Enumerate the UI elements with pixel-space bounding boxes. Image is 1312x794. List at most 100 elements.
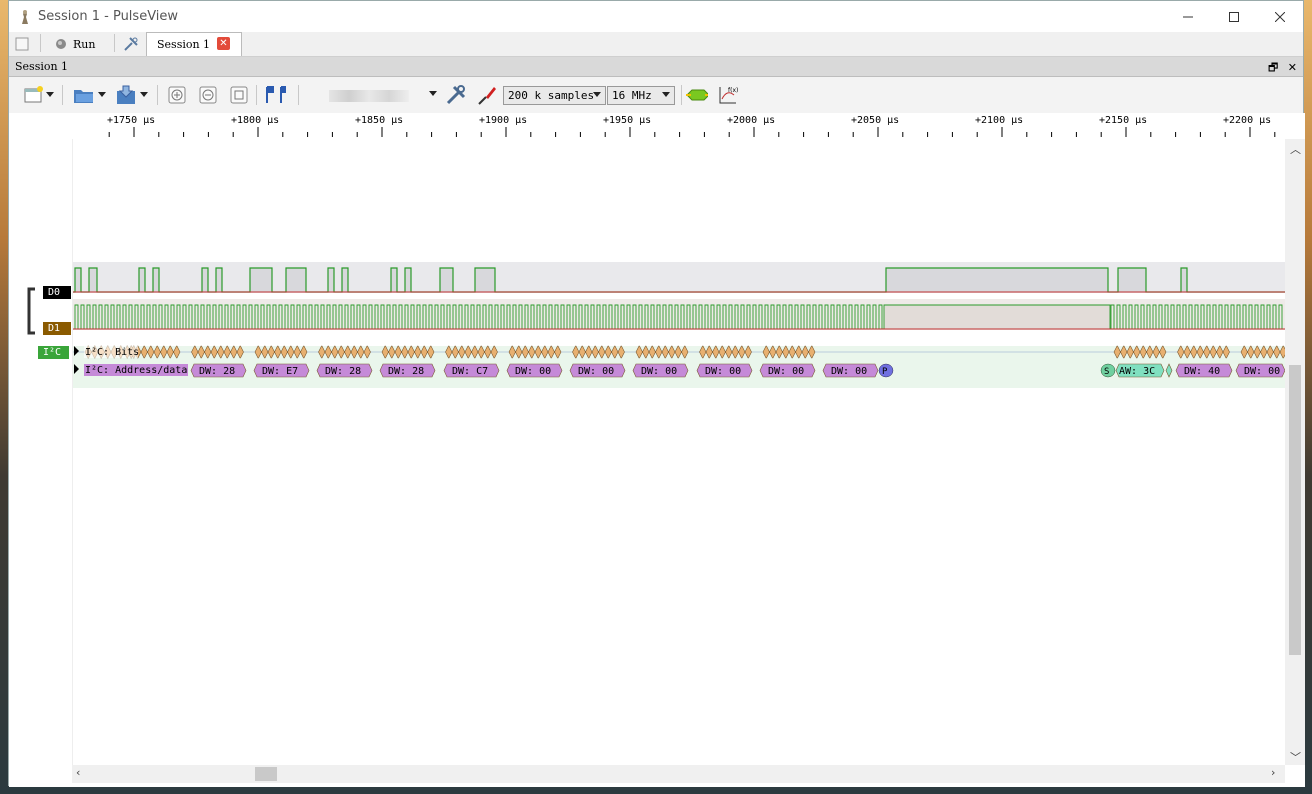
device-config-button[interactable] <box>445 84 467 106</box>
vertical-scroll-thumb[interactable] <box>1289 365 1301 655</box>
session-header: Session 1 🗗 ✕ <box>9 57 1303 77</box>
scroll-down-icon[interactable]: ﹀ <box>1290 749 1301 765</box>
samplerate-value: 16 MHz <box>612 89 652 102</box>
new-session-dropdown[interactable] <box>45 84 55 106</box>
horizontal-scroll-thumb[interactable] <box>255 767 277 781</box>
separator <box>62 85 63 105</box>
decoder-row-label: I²C: Bits <box>85 347 139 358</box>
device-selector[interactable] <box>311 86 441 105</box>
maximize-icon <box>1229 11 1239 22</box>
zoom-out-button[interactable] <box>197 84 219 106</box>
time-ruler[interactable]: +1750 µs +1800 µs +1850 µs +1900 µs +1950 µs… <box>72 113 1284 139</box>
stop-annotation-label: P <box>882 367 888 377</box>
d0-high-region <box>391 268 397 292</box>
chevron-down-icon <box>98 92 106 97</box>
data-annotation-label: DW: 00 <box>1244 366 1280 377</box>
channel-header-column: D0 D1 I²C <box>9 139 72 779</box>
d0-high-region <box>139 268 145 292</box>
show-cursors-button[interactable] <box>264 84 286 106</box>
zoom-in-button[interactable] <box>166 84 188 106</box>
ruler-tick-label: +2050 µs <box>851 115 900 126</box>
run-button[interactable]: Run <box>55 35 95 53</box>
maximize-button[interactable] <box>1211 1 1257 32</box>
session-tab-label: Session 1 <box>157 38 211 51</box>
add-decoder-button[interactable] <box>686 84 708 106</box>
vertical-scrollbar[interactable]: ︿ ﹀ <box>1285 139 1305 765</box>
d0-high-region <box>328 268 334 292</box>
chevron-down-icon <box>140 92 148 97</box>
separator <box>157 85 158 105</box>
folder-open-icon <box>74 90 93 103</box>
open-dropdown[interactable] <box>97 84 107 106</box>
d0-high-region <box>1118 268 1146 292</box>
chevron-down-icon <box>46 92 54 97</box>
d0-high-region <box>89 268 97 292</box>
close-session-icon[interactable]: ✕ <box>1288 61 1297 74</box>
data-annotation-label: DW: 28 <box>199 366 235 377</box>
close-tab-icon[interactable]: ✕ <box>217 37 230 50</box>
sample-count-select[interactable]: 200 k samples <box>503 86 606 105</box>
separator <box>298 85 299 105</box>
scroll-right-icon[interactable]: › <box>1271 766 1275 779</box>
d0-high-region <box>1181 268 1187 292</box>
zoom-fit-button[interactable] <box>228 84 250 106</box>
decoder-icon <box>686 89 708 101</box>
close-icon <box>1275 11 1285 22</box>
minimize-button[interactable] <box>1165 1 1211 32</box>
channel-label-d0[interactable]: D0 <box>43 286 71 299</box>
settings-button[interactable] <box>123 35 139 53</box>
data-annotation-label: DW: 28 <box>325 366 361 377</box>
channel-name: D0 <box>48 287 61 298</box>
tools-icon <box>124 37 138 51</box>
zoom-fit-icon <box>230 86 248 104</box>
pulseview-logo-icon <box>22 10 28 24</box>
d0-high-region <box>216 268 222 292</box>
horizontal-scrollbar[interactable]: ‹ › <box>72 765 1285 783</box>
scroll-up-icon[interactable]: ︿ <box>1290 141 1301 157</box>
run-indicator-icon <box>56 39 66 49</box>
data-annotation-label: DW: 00 <box>768 366 804 377</box>
device-name-blurred <box>329 89 409 102</box>
save-dropdown[interactable] <box>139 84 149 106</box>
window-title: Session 1 - PulseView <box>38 9 179 24</box>
pulseview-window: Session 1 - PulseView Run Session 1 ✕ Se… <box>8 0 1305 787</box>
data-annotation-label: DW: 00 <box>578 366 614 377</box>
close-window-button[interactable] <box>1257 1 1303 32</box>
session-toolbar: 200 k samples 16 MHz f(x) <box>9 77 1303 114</box>
open-button[interactable] <box>73 84 95 106</box>
cursors-icon <box>266 86 286 103</box>
channel-label-d1[interactable]: D1 <box>43 322 71 335</box>
d0-high-region <box>75 268 81 292</box>
scroll-left-icon[interactable]: ‹ <box>76 766 80 779</box>
new-window-icon <box>24 86 43 103</box>
ruler-tick-label: +2150 µs <box>1099 115 1148 126</box>
signal-traces: I²C: Bits I²C: Address/data DW: 28 DW: E7 DW… <box>73 262 1285 388</box>
d0-high-region <box>475 268 495 292</box>
zoom-in-icon <box>168 86 186 104</box>
new-view-button[interactable] <box>15 35 29 53</box>
d0-high-region <box>202 268 208 292</box>
channel-group-bracket <box>27 287 35 335</box>
function-graph-icon: f(x) <box>719 87 738 104</box>
zoom-out-icon <box>199 86 217 104</box>
probe-config-button[interactable] <box>476 84 498 106</box>
save-button[interactable] <box>115 84 137 106</box>
decoder-label-i2c[interactable]: I²C <box>38 346 69 359</box>
sample-count-value: 200 k samples <box>508 89 595 102</box>
signal-area[interactable]: I²C: Bits I²C: Address/data DW: 28 DW: E7 DW… <box>72 139 1285 765</box>
new-session-button[interactable] <box>23 84 45 106</box>
ruler-tick-label: +2100 µs <box>975 115 1024 126</box>
d1-idle-high-region <box>884 305 1110 329</box>
separator <box>114 34 115 52</box>
data-annotation-label: DW: 00 <box>515 366 551 377</box>
d0-high-region <box>153 268 159 292</box>
ruler-tick-label: +1900 µs <box>479 115 528 126</box>
data-annotation-label: DW: 40 <box>1184 366 1220 377</box>
math-channel-button[interactable]: f(x) <box>717 84 739 106</box>
undock-icon[interactable]: 🗗 <box>1268 61 1278 74</box>
tab-session-1[interactable]: Session 1 ✕ <box>146 32 242 56</box>
samplerate-select[interactable]: 16 MHz <box>607 86 675 105</box>
tools-icon <box>446 85 466 105</box>
d0-high-region <box>342 268 348 292</box>
run-label: Run <box>73 37 96 51</box>
